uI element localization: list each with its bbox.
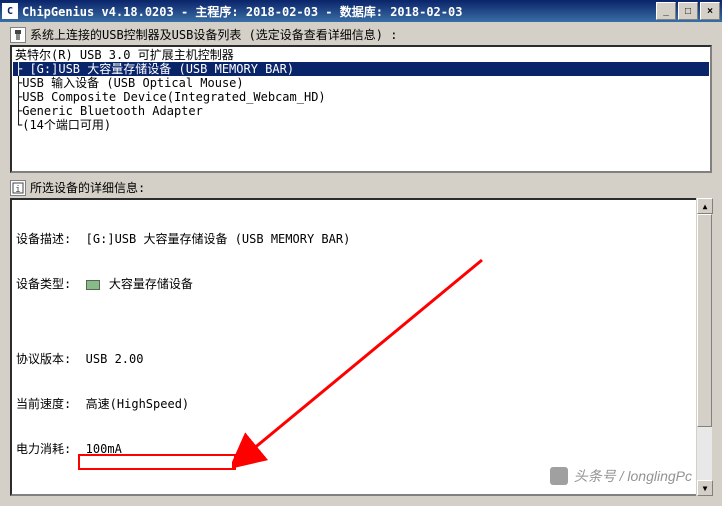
- watermark: 头条号 / longlingPc: [550, 466, 692, 486]
- detail-line: 电力消耗: 100mA: [16, 442, 706, 457]
- list-item[interactable]: ├USB Composite Device(Integrated_Webcam_…: [13, 90, 709, 104]
- drive-icon: [86, 280, 100, 290]
- device-list-label-row: 系统上连接的USB控制器及USB设备列表 (选定设备查看详细信息) :: [10, 26, 712, 43]
- device-list[interactable]: 英特尔(R) USB 3.0 可扩展主机控制器 ├ [G:]USB 大容量存储设…: [10, 45, 712, 173]
- device-list-label: 系统上连接的USB控制器及USB设备列表 (选定设备查看详细信息) :: [30, 26, 397, 43]
- detail-line: 设备类型: 大容量存储设备: [16, 277, 706, 292]
- detail-line: 当前速度: 高速(HighSpeed): [16, 397, 706, 412]
- window-controls: _ □ ×: [656, 2, 720, 20]
- scroll-thumb[interactable]: [697, 214, 712, 427]
- svg-text:i: i: [15, 185, 20, 194]
- detail-line: 协议版本: USB 2.00: [16, 352, 706, 367]
- watermark-text: 头条号 / longlingPc: [574, 466, 692, 486]
- detail-line: 设备描述: [G:]USB 大容量存储设备 (USB MEMORY BAR): [16, 232, 706, 247]
- scroll-up-button[interactable]: ▲: [697, 198, 713, 214]
- minimize-button[interactable]: _: [656, 2, 676, 20]
- usb-icon: [10, 27, 26, 43]
- detail-label-row: i 所选设备的详细信息:: [10, 179, 712, 196]
- window-titlebar: C ChipGenius v4.18.0203 - 主程序: 2018-02-0…: [0, 0, 722, 22]
- list-item[interactable]: 英特尔(R) USB 3.0 可扩展主机控制器: [13, 48, 709, 62]
- detail-label: 所选设备的详细信息:: [30, 179, 145, 196]
- watermark-icon: [550, 467, 568, 485]
- scroll-down-button[interactable]: ▼: [697, 480, 713, 496]
- detail-scrollbar[interactable]: ▲ ▼: [696, 198, 712, 496]
- app-icon: C: [2, 3, 18, 19]
- window-title: ChipGenius v4.18.0203 - 主程序: 2018-02-03 …: [22, 3, 656, 20]
- device-detail-box[interactable]: 设备描述: [G:]USB 大容量存储设备 (USB MEMORY BAR) 设…: [10, 198, 712, 496]
- maximize-button[interactable]: □: [678, 2, 698, 20]
- list-item[interactable]: └(14个端口可用): [13, 118, 709, 132]
- close-button[interactable]: ×: [700, 2, 720, 20]
- scroll-track[interactable]: [697, 214, 712, 480]
- list-item-selected[interactable]: ├ [G:]USB 大容量存储设备 (USB MEMORY BAR): [13, 62, 709, 76]
- info-icon: i: [10, 180, 26, 196]
- list-item[interactable]: ├USB 输入设备 (USB Optical Mouse): [13, 76, 709, 90]
- list-item[interactable]: ├Generic Bluetooth Adapter: [13, 104, 709, 118]
